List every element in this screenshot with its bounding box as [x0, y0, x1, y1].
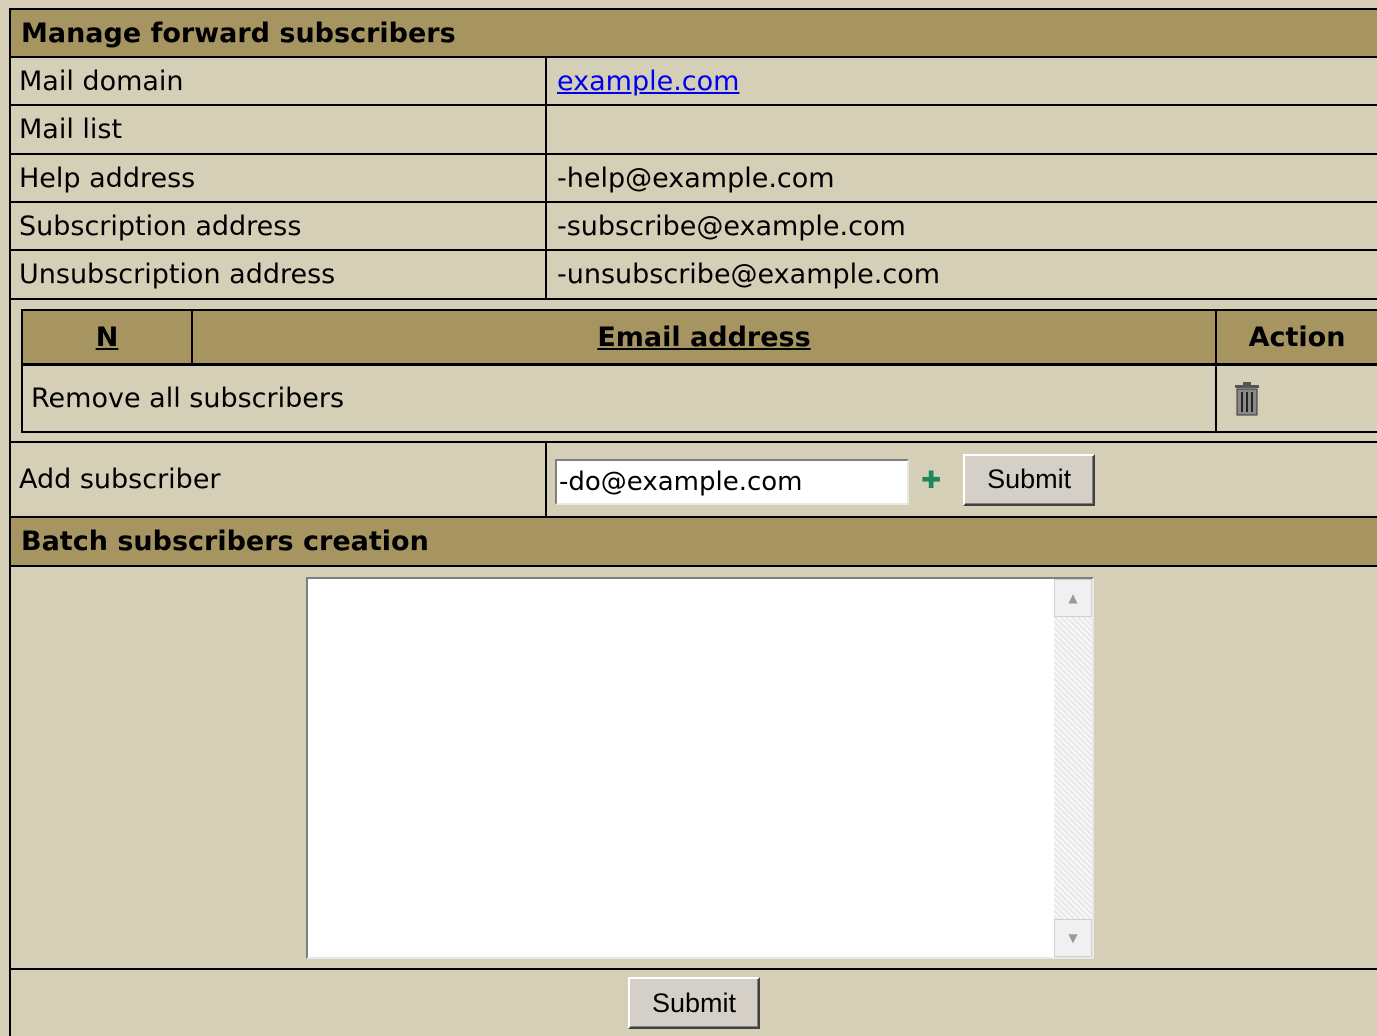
textarea-scrollbar[interactable]: ▲ ▼ — [1054, 579, 1092, 957]
mail-domain-link[interactable]: example.com — [557, 66, 739, 97]
add-subscriber-controls: ✚ Submit — [547, 443, 1377, 516]
batch-submit-row: Submit — [11, 970, 1377, 1036]
mail-list-row: Mail list — [11, 106, 1377, 155]
mail-list-label: Mail list — [11, 106, 547, 153]
unsubscription-address-value: -unsubscribe@example.com — [557, 259, 941, 290]
subscribers-table: N Email address Action Remove all subscr… — [21, 309, 1377, 433]
scroll-up-icon[interactable]: ▲ — [1054, 579, 1092, 617]
column-action-header: Action — [1248, 321, 1346, 353]
column-n-header[interactable]: N — [23, 311, 193, 363]
subscription-address-label: Subscription address — [11, 203, 547, 249]
help-address-row: Help address -help@example.com — [11, 155, 1377, 203]
scroll-down-icon[interactable]: ▼ — [1054, 919, 1092, 957]
batch-title-text: Batch subscribers creation — [21, 526, 429, 557]
subscription-address-row: Subscription address -subscribe@example.… — [11, 203, 1377, 251]
page-title: Manage forward subscribers — [11, 10, 1377, 58]
subscribers-table-header: N Email address Action — [23, 311, 1377, 366]
help-address-value: -help@example.com — [557, 162, 835, 194]
plus-icon[interactable]: ✚ — [921, 466, 941, 494]
help-address-label: Help address — [11, 155, 547, 201]
remove-all-row: Remove all subscribers — [23, 366, 1377, 431]
batch-section-title: Batch subscribers creation — [11, 518, 1377, 567]
mail-domain-row: Mail domain example.com — [11, 58, 1377, 106]
batch-submit-button[interactable]: Submit — [627, 977, 761, 1029]
subscription-address-value: -subscribe@example.com — [557, 210, 906, 242]
mail-list-value — [547, 106, 1377, 153]
add-subscriber-submit-button[interactable]: Submit — [963, 453, 1096, 506]
batch-area: ▲ ▼ — [11, 567, 1377, 970]
subscribers-form: Manage forward subscribers Mail domain e… — [9, 8, 1377, 1036]
mail-domain-label: Mail domain — [11, 58, 547, 104]
batch-subscribers-textarea[interactable] — [308, 579, 1054, 957]
page-title-text: Manage forward subscribers — [21, 17, 456, 49]
column-email-header[interactable]: Email address — [193, 311, 1217, 363]
mail-domain-value-cell: example.com — [547, 58, 1377, 104]
add-subscriber-row: Add subscriber ✚ Submit — [11, 443, 1377, 518]
unsubscription-address-label: Unsubscription address — [11, 251, 547, 298]
remove-all-label: Remove all subscribers — [23, 366, 1217, 431]
trash-icon[interactable] — [1233, 381, 1261, 416]
add-subscriber-label: Add subscriber — [11, 443, 547, 516]
remove-all-action-cell — [1217, 366, 1377, 431]
subscriber-email-input[interactable] — [555, 458, 909, 505]
batch-textarea-box: ▲ ▼ — [306, 577, 1094, 959]
unsubscription-address-row: Unsubscription address -unsubscribe@exam… — [11, 251, 1377, 300]
